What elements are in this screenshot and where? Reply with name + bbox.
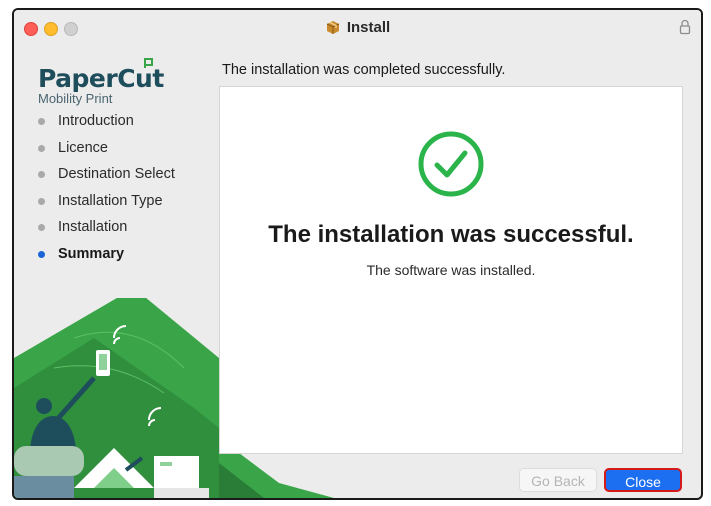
sidebar: PaperCut Mobility Print Introduction Lic… — [14, 48, 334, 498]
step-dot-icon — [38, 118, 45, 125]
installer-steps: Introduction Licence Destination Select … — [38, 108, 175, 268]
step-installation-type: Installation Type — [38, 188, 175, 215]
logo-flag-icon — [144, 58, 153, 68]
step-dot-icon — [38, 171, 45, 179]
summary-panel: The installation was successful. The sof… — [219, 86, 683, 454]
step-summary: Summary — [38, 241, 175, 268]
success-title: The installation was successful. — [268, 221, 634, 248]
step-licence: Licence — [38, 135, 175, 162]
title-bar: Install — [14, 10, 701, 48]
lock-icon — [679, 19, 691, 40]
step-installation: Installation — [38, 214, 175, 241]
step-dot-icon — [38, 144, 45, 152]
checkmark-circle-icon — [418, 131, 484, 197]
window-title-text: Install — [346, 19, 391, 36]
close-button[interactable]: Close — [604, 468, 682, 492]
step-introduction: Introduction — [38, 108, 175, 135]
papercut-logo: PaperCut Mobility Print — [38, 58, 164, 106]
step-dot-icon — [38, 197, 45, 205]
logo-name: PaperCut — [38, 64, 164, 93]
step-dot-icon — [38, 224, 45, 232]
completion-headline: The installation was completed successfu… — [222, 62, 506, 78]
step-destination-select: Destination Select — [38, 161, 175, 188]
package-icon — [325, 19, 341, 39]
window-title: Install — [14, 19, 701, 39]
go-back-button[interactable]: Go Back — [519, 468, 597, 492]
success-detail: The software was installed. — [366, 262, 536, 278]
logo-subtitle: Mobility Print — [38, 91, 113, 106]
installer-window: Install PaperCut Mobility Print Introduc… — [12, 8, 703, 500]
step-dot-icon — [38, 250, 45, 258]
